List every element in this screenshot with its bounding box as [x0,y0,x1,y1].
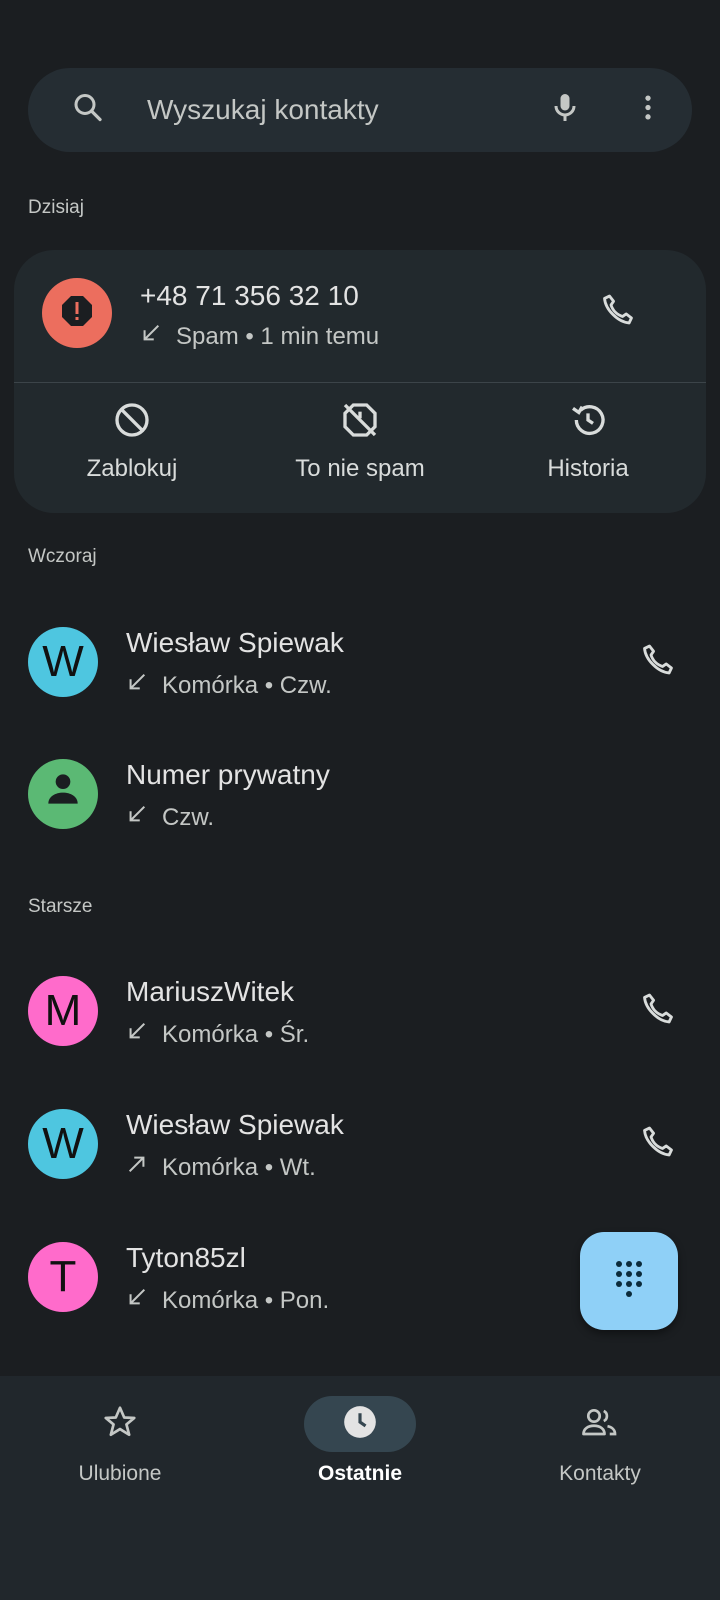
spam-warning-icon [59,293,95,334]
call-detail-line: Komórka • Pon. [126,1286,329,1315]
call-detail-line: Komórka • Śr. [126,1020,309,1049]
contact-name: Wiesław Spiewak [126,627,344,658]
block-icon [32,400,232,445]
contact-name: Tyton85zl [126,1242,246,1273]
microphone-icon[interactable] [547,90,583,131]
block-button[interactable]: Zablokuj [32,400,232,483]
clock-icon [341,1403,379,1446]
call-log-row[interactable]: M MariuszWitek Komórka • Śr. [0,976,720,1096]
section-label-today: Dzisiaj [28,197,84,218]
call-log-row[interactable]: W Wiesław Spiewak Komórka • Czw. [0,627,720,747]
more-options-icon[interactable] [632,92,664,129]
avatar [28,759,98,829]
incoming-call-icon [140,322,162,351]
history-button[interactable]: Historia [488,400,688,483]
nav-recents-pill [304,1396,416,1452]
call-log-row[interactable]: Numer prywatny Czw. [0,759,720,879]
not-spam-icon [260,400,460,445]
call-detail-line: Komórka • Wt. [126,1153,316,1182]
contact-name: Numer prywatny [126,759,330,790]
contact-name: MariuszWitek [126,976,295,1007]
block-label: Zablokuj [86,455,178,482]
search-bar[interactable]: Wyszukaj kontakty [28,68,692,152]
spam-detail-line: Spam • 1 min temu [140,322,379,351]
call-log-row[interactable]: W Wiesław Spiewak Komórka • Wt. [0,1109,720,1229]
search-icon [70,90,106,131]
call-detail: Komórka • Wt. [162,1153,316,1181]
call-button[interactable] [639,990,677,1033]
call-detail: Komórka • Śr. [162,1020,310,1048]
not-spam-label: To nie spam [295,455,425,482]
person-icon [41,767,85,822]
dialpad-button[interactable] [580,1232,678,1330]
call-button[interactable] [599,291,637,334]
call-button[interactable] [639,1123,677,1166]
nav-contacts-pill [544,1396,656,1452]
spam-detail: Spam • 1 min temu [176,322,380,350]
call-detail: Czw. [162,803,215,831]
avatar: T [28,1242,98,1312]
nav-contacts[interactable]: Kontakty [500,1396,700,1486]
spam-number: +48 71 356 32 10 [140,280,359,311]
avatar: M [28,976,98,1046]
not-spam-button[interactable]: To nie spam [260,400,460,483]
nav-favorites[interactable]: Ulubione [20,1396,220,1486]
contact-name: Wiesław Spiewak [126,1109,344,1140]
call-detail-line: Komórka • Czw. [126,671,332,700]
call-detail-line: Czw. [126,803,214,832]
call-detail: Komórka • Czw. [162,671,332,699]
nav-recents[interactable]: Ostatnie [260,1396,460,1486]
star-icon [102,1404,138,1445]
avatar: W [28,627,98,697]
section-label-yesterday: Wczoraj [28,546,97,567]
card-divider [14,382,706,383]
outgoing-call-icon [126,1153,148,1182]
nav-favorites-label: Ulubione [78,1462,162,1485]
nav-recents-label: Ostatnie [317,1462,403,1485]
incoming-call-icon [126,1020,148,1049]
call-detail: Komórka • Pon. [162,1286,330,1314]
spam-call-card[interactable]: +48 71 356 32 10 Spam • 1 min temu Zablo… [14,250,706,513]
dialpad-icon [612,1259,646,1304]
people-icon [580,1404,620,1445]
incoming-call-icon [126,1286,148,1315]
nav-contacts-label: Kontakty [559,1462,641,1485]
call-button[interactable] [639,641,677,684]
incoming-call-icon [126,803,148,832]
nav-favorites-pill [64,1396,176,1452]
avatar: W [28,1109,98,1179]
history-label: Historia [547,455,629,482]
search-input[interactable]: Wyszukaj kontakty [147,94,379,126]
incoming-call-icon [126,671,148,700]
history-icon [488,400,688,445]
bottom-navigation: Ulubione Ostatnie Kontakty [0,1376,720,1600]
spam-avatar [42,278,112,348]
section-label-older: Starsze [28,896,93,917]
